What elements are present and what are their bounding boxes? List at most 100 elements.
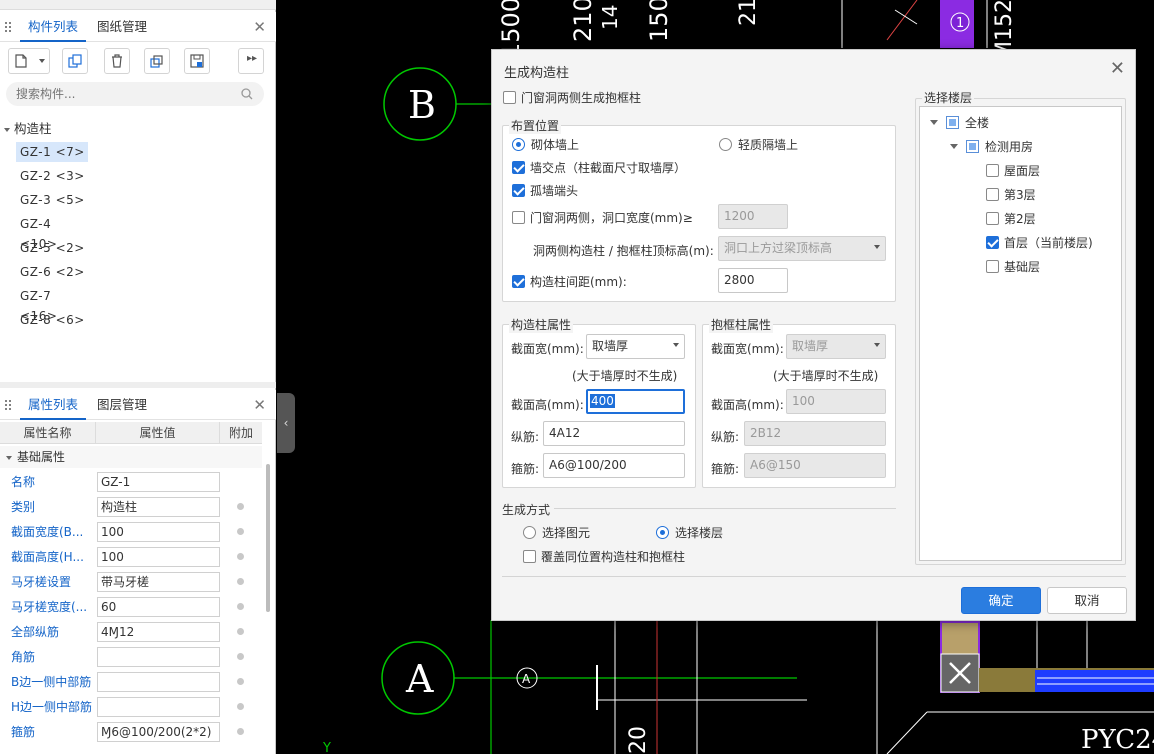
extra-checkbox[interactable]: [237, 703, 244, 710]
checkbox-box[interactable]: [986, 260, 999, 273]
extra-checkbox[interactable]: [237, 528, 244, 535]
layer-copy-button[interactable]: [144, 48, 170, 74]
collapse-icon[interactable]: [6, 455, 12, 460]
extra-checkbox[interactable]: [237, 503, 244, 510]
floor-all[interactable]: 全楼: [930, 114, 989, 131]
checkbox-box[interactable]: [986, 236, 999, 249]
radio-select-floor[interactable]: 选择楼层: [656, 524, 723, 541]
property-value[interactable]: 60: [97, 597, 220, 617]
property-value[interactable]: [97, 672, 220, 692]
search-input[interactable]: [16, 86, 236, 102]
radio-circle[interactable]: [512, 138, 525, 151]
extra-checkbox[interactable]: [237, 678, 244, 685]
partial-checkbox[interactable]: [946, 116, 959, 129]
property-value[interactable]: [97, 647, 220, 667]
tab-drawing-manage[interactable]: 图纸管理: [89, 12, 155, 42]
component-item[interactable]: GZ-5 <2>: [16, 238, 88, 258]
component-item[interactable]: GZ-4 <10>: [16, 214, 88, 251]
cb-override-existing[interactable]: 覆盖同位置构造柱和抱框柱: [523, 548, 685, 565]
close-icon[interactable]: ✕: [253, 18, 266, 36]
tab-layer-manage[interactable]: 图层管理: [89, 390, 155, 420]
gz-height-input[interactable]: 400: [586, 389, 685, 414]
bk-stirrup-input[interactable]: A6@150: [744, 453, 886, 478]
search-icon[interactable]: [240, 87, 254, 101]
gz-width-select[interactable]: 取墙厚: [586, 334, 685, 359]
gz-stirrup-input[interactable]: A6@100/200: [543, 453, 685, 478]
property-value[interactable]: [97, 697, 220, 717]
expand-icon[interactable]: [930, 120, 938, 125]
property-value[interactable]: 4Ɱ12: [97, 622, 220, 642]
ok-button[interactable]: 确定: [961, 587, 1041, 614]
checkbox-box[interactable]: [512, 275, 525, 288]
component-item[interactable]: GZ-7 <16>: [16, 286, 88, 323]
component-item[interactable]: GZ-3 <5>: [16, 190, 88, 210]
radio-circle[interactable]: [719, 138, 732, 151]
radio-circle[interactable]: [523, 526, 536, 539]
component-item[interactable]: GZ-8 <6>: [16, 310, 88, 330]
radio-masonry-wall[interactable]: 砌体墙上: [512, 136, 579, 153]
tab-component-list[interactable]: 构件列表: [20, 12, 87, 42]
floor-item[interactable]: 屋面层: [986, 162, 1040, 179]
checkbox-box[interactable]: [986, 212, 999, 225]
checkbox-box[interactable]: [986, 164, 999, 177]
cancel-button[interactable]: 取消: [1047, 587, 1127, 614]
property-value[interactable]: GZ-1: [97, 472, 220, 492]
cb-isolated-wall-end[interactable]: 孤墙端头: [512, 182, 578, 199]
floor-item[interactable]: 第2层: [986, 210, 1036, 227]
extra-checkbox[interactable]: [237, 603, 244, 610]
extra-checkbox[interactable]: [237, 553, 244, 560]
bk-height-input[interactable]: 100: [786, 389, 886, 414]
partial-checkbox[interactable]: [966, 140, 979, 153]
cb-column-spacing[interactable]: 构造柱间距(mm):: [512, 273, 627, 290]
close-icon[interactable]: ✕: [253, 396, 266, 414]
tree-root-gz[interactable]: 构造柱: [4, 120, 52, 138]
property-value[interactable]: 100: [97, 547, 220, 567]
component-item[interactable]: GZ-1 <7>: [16, 142, 88, 162]
extra-checkbox[interactable]: [237, 728, 244, 735]
cb-generate-bk-column[interactable]: 门窗洞两侧生成抱框柱: [503, 89, 641, 106]
expand-icon[interactable]: [4, 127, 10, 132]
gz-long-input[interactable]: 4A12: [543, 421, 685, 446]
expand-icon[interactable]: [950, 144, 958, 149]
property-value[interactable]: 100: [97, 522, 220, 542]
top-elev-select[interactable]: 洞口上方过梁顶标高: [718, 236, 886, 261]
more-button[interactable]: ▸▸: [238, 48, 264, 74]
extra-checkbox[interactable]: [237, 578, 244, 585]
collapse-panel-button[interactable]: ‹: [277, 393, 295, 453]
column-spacing-input[interactable]: 2800: [718, 268, 788, 293]
radio-select-element[interactable]: 选择图元: [523, 524, 590, 541]
drag-handle-icon[interactable]: [4, 399, 12, 411]
floor-item[interactable]: 首层（当前楼层): [986, 234, 1093, 251]
bk-long-input[interactable]: 2B12: [744, 421, 886, 446]
cb-opening-sides[interactable]: 门窗洞两侧，洞口宽度(mm)≥: [512, 209, 693, 226]
radio-light-wall[interactable]: 轻质隔墙上: [719, 136, 798, 153]
property-scrollbar[interactable]: [266, 464, 270, 612]
property-group-basic[interactable]: 基础属性: [0, 446, 262, 468]
save-template-button[interactable]: [184, 48, 210, 74]
checkbox-box[interactable]: [512, 184, 525, 197]
floor-item[interactable]: 基础层: [986, 258, 1040, 275]
copy-button[interactable]: [62, 48, 88, 74]
property-value[interactable]: 带马牙槎: [97, 572, 220, 592]
close-icon[interactable]: ✕: [1110, 58, 1125, 79]
extra-checkbox[interactable]: [237, 653, 244, 660]
checkbox-box[interactable]: [986, 188, 999, 201]
property-value[interactable]: 构造柱: [97, 497, 220, 517]
extra-checkbox[interactable]: [237, 628, 244, 635]
radio-circle[interactable]: [656, 526, 669, 539]
new-component-button[interactable]: [8, 48, 50, 74]
cb-wall-junction[interactable]: 墙交点（柱截面尺寸取墙厚）: [512, 159, 686, 176]
bk-width-select[interactable]: 取墙厚: [786, 334, 886, 359]
checkbox-box[interactable]: [503, 91, 516, 104]
checkbox-box[interactable]: [512, 161, 525, 174]
panel-splitter[interactable]: [0, 382, 276, 388]
floor-item[interactable]: 第3层: [986, 186, 1036, 203]
component-item[interactable]: GZ-6 <2>: [16, 262, 88, 282]
tab-property-list[interactable]: 属性列表: [20, 390, 87, 420]
component-item[interactable]: GZ-2 <3>: [16, 166, 88, 186]
property-value[interactable]: Ɱ6@100/200(2*2): [97, 722, 220, 742]
checkbox-box[interactable]: [523, 550, 536, 563]
floor-project[interactable]: 检测用房: [950, 138, 1033, 155]
checkbox-box[interactable]: [512, 211, 525, 224]
drag-handle-icon[interactable]: [4, 21, 12, 33]
